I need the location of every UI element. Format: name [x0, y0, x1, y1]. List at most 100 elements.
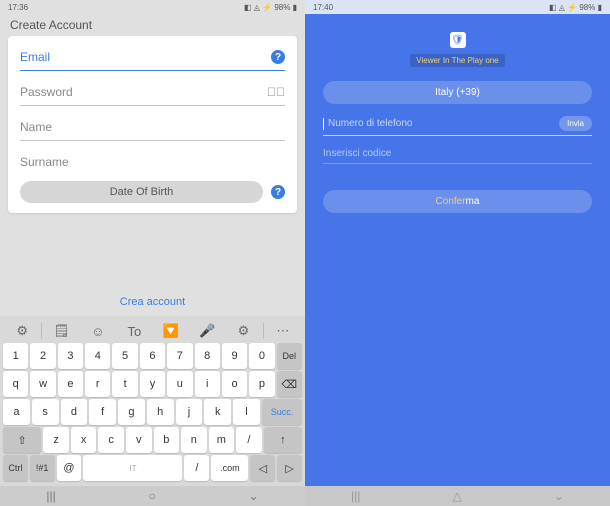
surname-row[interactable]: Surname — [20, 151, 285, 175]
key-right[interactable]: ▷ — [277, 455, 302, 481]
key-1[interactable]: 1 — [3, 343, 28, 369]
key-r[interactable]: r — [85, 371, 110, 397]
kb-tool-settings[interactable]: ⚙ — [5, 323, 39, 339]
surname-field[interactable]: Surname — [20, 155, 285, 169]
key-o[interactable]: o — [222, 371, 247, 397]
name-row[interactable]: Name — [20, 116, 285, 141]
key-p[interactable]: p — [249, 371, 274, 397]
key-z[interactable]: z — [43, 427, 69, 453]
key-k[interactable]: k — [204, 399, 231, 425]
info-icon[interactable]: ? — [271, 185, 285, 199]
key-backspace[interactable]: ⌫ — [277, 371, 302, 397]
kb-tool-more[interactable]: ⋯ — [266, 323, 300, 339]
key-7[interactable]: 7 — [167, 343, 192, 369]
key-5[interactable]: 5 — [112, 343, 137, 369]
screen-phone-verify: 17:40 ◧ ◬ ⚡ 98% ▮ 🛡 Viewer In The Play o… — [305, 0, 610, 506]
kb-tool-clipboard[interactable]: 🗒 — [44, 323, 78, 339]
nav-home[interactable]: △ — [453, 489, 462, 503]
nav-recent[interactable]: ||| — [46, 489, 55, 503]
dob-row: Date Of Birth ? — [20, 181, 285, 203]
email-field[interactable]: Email — [20, 50, 271, 64]
verify-content: 🛡 Viewer In The Play one Italy (+39) Inv… — [305, 14, 610, 486]
key-v[interactable]: v — [126, 427, 152, 453]
nav-recent[interactable]: ||| — [351, 489, 360, 503]
page-title: Create Account — [0, 14, 305, 36]
key-j[interactable]: j — [176, 399, 203, 425]
key-t[interactable]: t — [112, 371, 137, 397]
shield-icon: 🛡 — [450, 32, 466, 48]
key-next[interactable]: Succ. — [262, 399, 302, 425]
phone-row[interactable]: Invia — [323, 116, 592, 136]
nav-back[interactable]: ⌄ — [249, 489, 259, 503]
confirm-button[interactable]: Conferma — [323, 190, 592, 213]
password-row[interactable]: Password 👁⃠ — [20, 81, 285, 106]
key-s[interactable]: s — [32, 399, 59, 425]
phone-input[interactable] — [328, 118, 559, 129]
key-w[interactable]: w — [30, 371, 55, 397]
key-a[interactable]: a — [3, 399, 30, 425]
key-m[interactable]: m — [209, 427, 235, 453]
key-c[interactable]: c — [98, 427, 124, 453]
info-icon[interactable]: ? — [271, 50, 285, 64]
create-account-link[interactable]: Crea account — [0, 288, 305, 316]
name-field[interactable]: Name — [20, 120, 285, 134]
key-symbols[interactable]: !#1 — [30, 455, 55, 481]
key-2[interactable]: 2 — [30, 343, 55, 369]
key-i[interactable]: i — [195, 371, 220, 397]
send-button[interactable]: Invia — [559, 116, 592, 131]
key-l[interactable]: l — [233, 399, 260, 425]
kb-tool-gear[interactable]: ⚙ — [226, 323, 260, 339]
key-d[interactable]: d — [61, 399, 88, 425]
key-at[interactable]: @ — [57, 455, 82, 481]
key-up[interactable]: ↑ — [264, 427, 302, 453]
kb-row-4: ⇧ z x c v b n m / ↑ — [3, 427, 302, 453]
key-x[interactable]: x — [71, 427, 97, 453]
nav-bar: ||| △ ⌄ — [305, 486, 610, 506]
key-b[interactable]: b — [154, 427, 180, 453]
email-row[interactable]: Email ? — [20, 46, 285, 71]
key-3[interactable]: 3 — [58, 343, 83, 369]
keyboard: ⚙ 🗒 ☺ To 🔽 🎤 ⚙ ⋯ 1 2 3 4 5 6 7 8 9 0 Del… — [0, 316, 305, 486]
key-left[interactable]: ◁ — [250, 455, 275, 481]
kb-tool-to[interactable]: To — [117, 324, 151, 339]
key-n[interactable]: n — [181, 427, 207, 453]
key-slash[interactable]: / — [236, 427, 262, 453]
cursor-icon — [323, 118, 324, 130]
code-input[interactable]: Inserisci codice — [323, 148, 592, 164]
kb-tool-mic[interactable]: 🎤 — [190, 323, 224, 339]
status-time: 17:36 — [8, 3, 28, 12]
key-q[interactable]: q — [3, 371, 28, 397]
key-del[interactable]: Del — [277, 343, 302, 369]
country-selector[interactable]: Italy (+39) — [323, 81, 592, 104]
kb-row-5: Ctrl !#1 @ IT / .com ◁ ▷ — [3, 455, 302, 481]
key-u[interactable]: u — [167, 371, 192, 397]
status-right: ◧ ◬ ⚡ 98% ▮ — [549, 3, 602, 12]
kb-toolbar: ⚙ 🗒 ☺ To 🔽 🎤 ⚙ ⋯ — [3, 319, 302, 343]
key-0[interactable]: 0 — [249, 343, 274, 369]
nav-back[interactable]: ⌄ — [554, 489, 564, 503]
key-h[interactable]: h — [147, 399, 174, 425]
key-y[interactable]: y — [140, 371, 165, 397]
key-ctrl[interactable]: Ctrl — [3, 455, 28, 481]
kb-tool-emoji[interactable]: ☺ — [81, 324, 115, 339]
dob-button[interactable]: Date Of Birth — [20, 181, 263, 203]
key-e[interactable]: e — [58, 371, 83, 397]
key-4[interactable]: 4 — [85, 343, 110, 369]
password-field[interactable]: Password — [20, 85, 267, 99]
nav-home[interactable]: ○ — [149, 489, 156, 503]
key-8[interactable]: 8 — [195, 343, 220, 369]
key-9[interactable]: 9 — [222, 343, 247, 369]
key-f[interactable]: f — [89, 399, 116, 425]
form-card: Email ? Password 👁⃠ Name Surname Date Of… — [8, 36, 297, 213]
key-shift[interactable]: ⇧ — [3, 427, 41, 453]
status-bar: 17:36 ◧ ◬ ⚡ 98% ▮ — [0, 0, 305, 14]
key-g[interactable]: g — [118, 399, 145, 425]
kb-row-2: q w e r t y u i o p ⌫ — [3, 371, 302, 397]
kb-tool-dropdown[interactable]: 🔽 — [154, 323, 188, 339]
key-dotcom[interactable]: .com — [211, 455, 248, 481]
eye-icon[interactable]: 👁⃠ — [267, 85, 285, 99]
key-space[interactable]: IT — [83, 455, 182, 481]
key-slash2[interactable]: / — [184, 455, 209, 481]
key-6[interactable]: 6 — [140, 343, 165, 369]
status-bar: 17:40 ◧ ◬ ⚡ 98% ▮ — [305, 0, 610, 14]
